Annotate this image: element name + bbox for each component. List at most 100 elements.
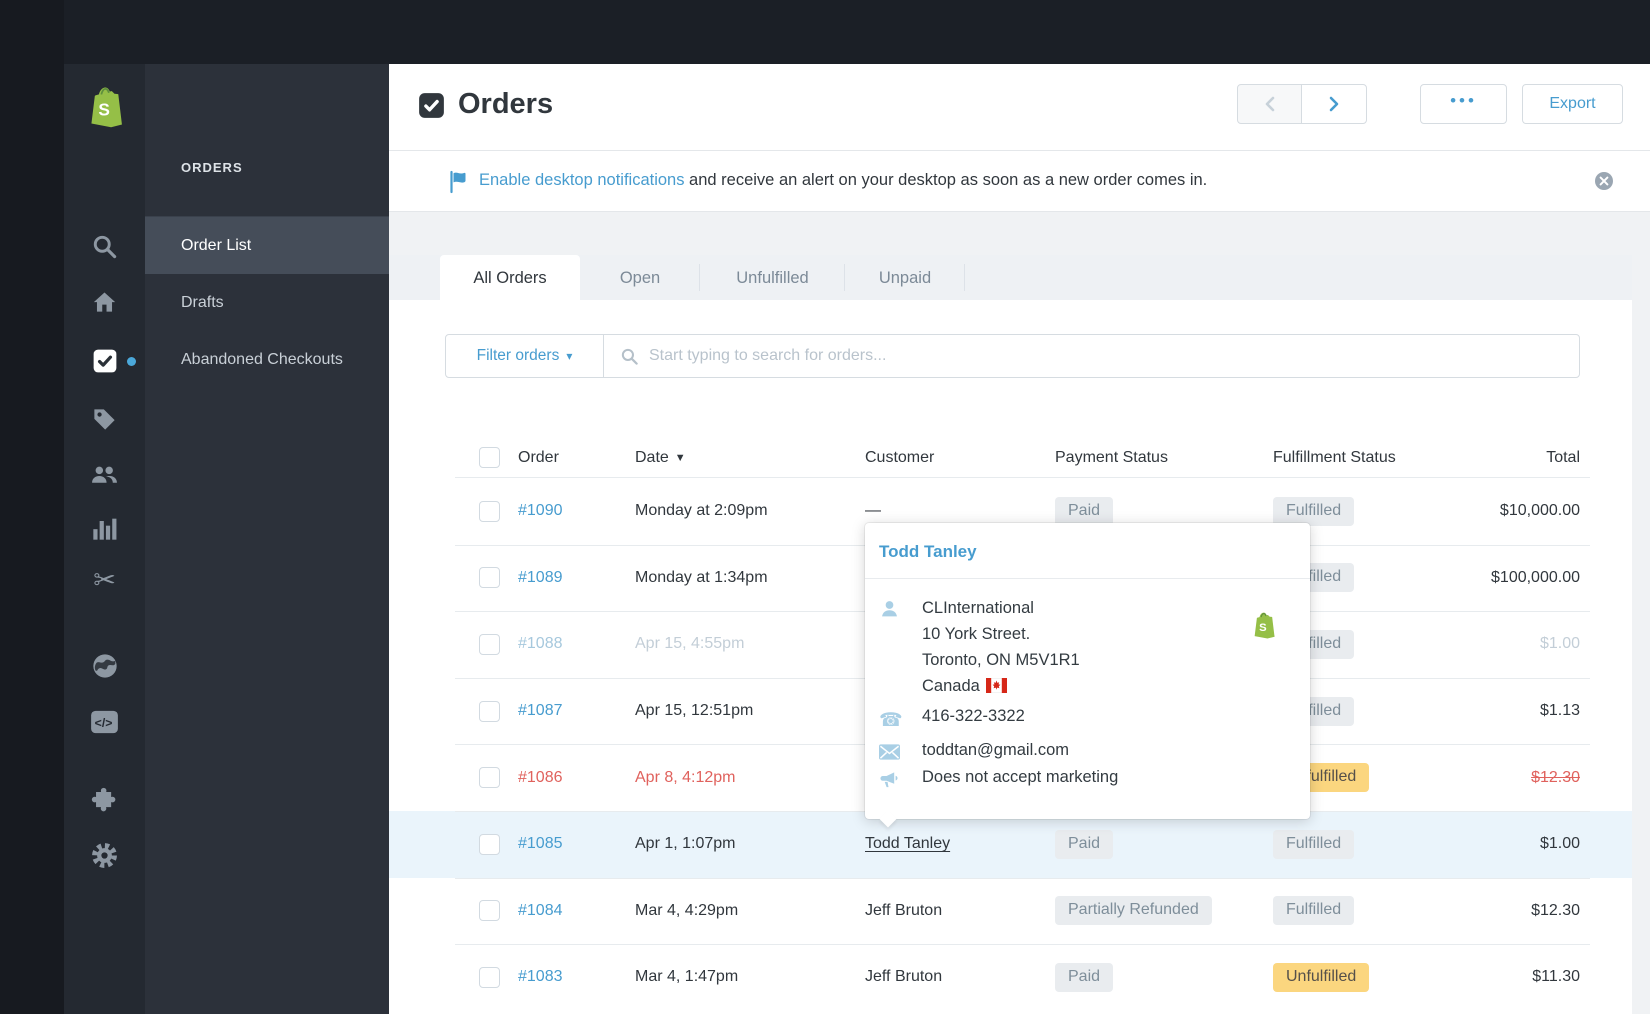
shopify-admin-orders-page: S ✂ </> ORDERS Order List Drafts Abandon…: [0, 0, 1650, 1014]
date-cell: Mar 4, 4:29pm: [635, 901, 739, 919]
next-page-button[interactable]: [1301, 84, 1367, 124]
order-link[interactable]: #1089: [518, 569, 635, 587]
customer-country: Canada: [922, 673, 1080, 699]
column-order[interactable]: Order: [518, 449, 635, 467]
tab-open[interactable]: Open: [580, 255, 700, 300]
column-date[interactable]: Date ▼: [635, 449, 865, 467]
row-checkbox[interactable]: [479, 567, 500, 589]
search-orders-input[interactable]: [649, 347, 1579, 365]
discounts-scissors-icon[interactable]: ✂: [64, 567, 145, 594]
enable-notifications-link[interactable]: Enable desktop notifications: [479, 171, 684, 189]
svg-text:S: S: [1259, 622, 1267, 634]
sort-descending-icon: ▼: [674, 451, 686, 464]
popover-customer-name[interactable]: Todd Tanley: [865, 523, 1310, 579]
left-edge-strip: [0, 0, 64, 1014]
order-tabs: All Orders Open Unfulfilled Unpaid: [389, 255, 1632, 300]
settings-gear-icon[interactable]: [64, 841, 145, 870]
customers-icon[interactable]: [64, 461, 145, 488]
banner-message-rest: and receive an alert on your desktop as …: [684, 171, 1208, 189]
online-store-globe-icon[interactable]: [64, 652, 145, 680]
column-payment-status[interactable]: Payment Status: [1055, 449, 1273, 467]
customer-email: toddtan@gmail.com: [922, 740, 1069, 759]
total-cell: $12.30: [1531, 901, 1580, 919]
order-link[interactable]: #1084: [518, 902, 635, 920]
fulfillment-badge: Fulfilled: [1273, 496, 1355, 526]
total-cell: $10,000.00: [1499, 502, 1580, 520]
total-cell: $1.00: [1539, 835, 1580, 853]
total-cell: $11.30: [1532, 968, 1580, 986]
payment-badge: Paid: [1055, 829, 1114, 859]
person-icon: [879, 595, 922, 699]
order-link[interactable]: #1090: [518, 502, 635, 520]
column-fulfillment-status[interactable]: Fulfillment Status: [1273, 449, 1487, 467]
previous-page-button[interactable]: [1237, 84, 1302, 124]
analytics-icon[interactable]: [64, 514, 145, 542]
date-cell: Monday at 2:09pm: [635, 502, 768, 520]
table-row[interactable]: #1083 Mar 4, 1:47pm Jeff Bruton Paid Unf…: [389, 944, 1632, 1011]
code-icon[interactable]: </>: [64, 708, 145, 736]
search-field-wrap: [604, 335, 1579, 377]
svg-text:</>: </>: [95, 716, 113, 730]
tab-all-orders[interactable]: All Orders: [440, 255, 580, 300]
customer-city: Toronto, ON M5V1R1: [922, 651, 1080, 669]
chevron-left-icon: [1265, 96, 1274, 112]
row-checkbox[interactable]: [479, 500, 500, 522]
total-cell: $12.30: [1531, 768, 1580, 786]
row-checkbox[interactable]: [479, 900, 500, 922]
shopify-bag-icon: S: [1250, 611, 1277, 641]
filter-orders-button[interactable]: Filter orders ▾: [446, 335, 604, 377]
icon-sidebar: S ✂ </>: [64, 64, 145, 1014]
order-link[interactable]: #1087: [518, 702, 635, 720]
orders-title-icon: [418, 92, 445, 119]
column-total[interactable]: Total: [1487, 449, 1580, 467]
table-row[interactable]: #1084 Mar 4, 4:29pm Jeff Bruton Partiall…: [389, 877, 1632, 945]
customer-cell: Jeff Bruton: [865, 968, 943, 986]
export-button[interactable]: Export: [1522, 84, 1623, 124]
row-checkbox[interactable]: [479, 833, 500, 855]
search-icon[interactable]: [64, 233, 145, 260]
email-icon: [879, 741, 922, 760]
home-icon[interactable]: [64, 288, 145, 315]
flag-icon: [448, 170, 470, 194]
products-tag-icon[interactable]: [64, 406, 145, 433]
row-checkbox[interactable]: [479, 700, 500, 722]
orders-nav-panel: ORDERS Order List Drafts Abandoned Check…: [145, 64, 389, 1014]
nav-section-title: ORDERS: [181, 160, 243, 175]
phone-icon: ☎: [879, 710, 903, 731]
customer-cell: —: [865, 502, 881, 520]
select-all-checkbox[interactable]: [479, 447, 500, 468]
desktop-notifications-banner: Enable desktop notifications and receive…: [389, 150, 1650, 212]
sidebar-item-drafts[interactable]: Drafts: [145, 274, 389, 331]
caret-down-icon: ▾: [566, 349, 573, 363]
total-cell: $1.00: [1539, 635, 1580, 653]
svg-text:S: S: [98, 99, 110, 119]
tab-unpaid[interactable]: Unpaid: [845, 255, 965, 300]
customer-cell[interactable]: Todd Tanley: [865, 835, 1055, 853]
customer-popover: Todd Tanley CLInternational 10 York Stre…: [865, 523, 1310, 819]
sidebar-item-order-list[interactable]: Order List: [145, 217, 389, 274]
order-link[interactable]: #1088: [518, 635, 635, 653]
apps-puzzle-icon[interactable]: [64, 786, 145, 815]
more-actions-button[interactable]: •••: [1420, 84, 1507, 124]
tab-unfulfilled[interactable]: Unfulfilled: [700, 255, 845, 300]
fulfillment-badge: Unfulfilled: [1273, 962, 1370, 992]
date-cell: Apr 1, 1:07pm: [635, 835, 736, 853]
order-link[interactable]: #1085: [518, 835, 635, 853]
banner-message: Enable desktop notifications and receive…: [479, 171, 1207, 190]
close-banner-icon[interactable]: [1594, 171, 1614, 191]
order-link[interactable]: #1083: [518, 968, 635, 986]
page-title: Orders: [458, 88, 554, 120]
sidebar-item-abandoned-checkouts[interactable]: Abandoned Checkouts: [145, 331, 389, 388]
shopify-logo-icon[interactable]: S: [64, 85, 145, 131]
row-checkbox[interactable]: [479, 633, 500, 655]
table-row[interactable]: #1085 Apr 1, 1:07pm Todd Tanley Paid Ful…: [389, 810, 1632, 878]
page-header: Orders ••• Export: [389, 64, 1650, 150]
popover-body: CLInternational 10 York Street. Toronto,…: [865, 579, 1310, 789]
fulfillment-badge: Fulfilled: [1273, 829, 1355, 859]
column-customer[interactable]: Customer: [865, 449, 1055, 467]
row-checkbox[interactable]: [479, 767, 500, 789]
customer-phone: 416-322-3322: [922, 707, 1025, 725]
search-icon: [621, 348, 638, 365]
order-link[interactable]: #1086: [518, 769, 635, 787]
row-checkbox[interactable]: [479, 966, 500, 988]
